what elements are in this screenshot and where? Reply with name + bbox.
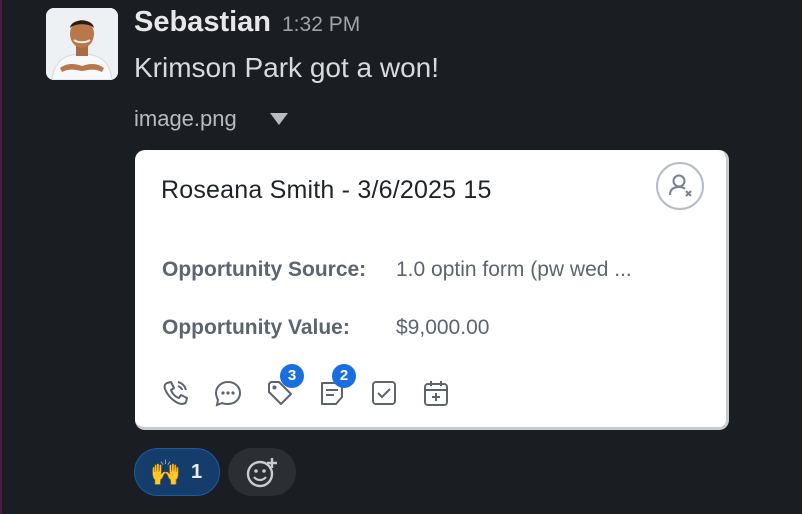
opportunity-source-label: Opportunity Source: [162, 258, 367, 281]
chat-icon[interactable] [213, 378, 243, 408]
sender-name[interactable]: Sebastian [134, 6, 271, 39]
add-reaction-icon [246, 458, 277, 488]
message-text: Krimson Park got a won! [134, 52, 440, 83]
opportunity-value-value: $9,000.00 [396, 316, 490, 339]
chat-message: Sebastian 1:32 PM Krimson Park got a won… [0, 0, 802, 514]
caret-down-icon[interactable] [268, 110, 290, 128]
calendar-add-icon[interactable] [421, 378, 451, 408]
card-title: Roseana Smith - 3/6/2025 15 [161, 176, 492, 204]
add-reaction-button[interactable] [228, 448, 296, 496]
card-action-icons: 3 2 [161, 364, 461, 412]
tag-count-badge: 3 [280, 364, 304, 388]
reaction-count: 1 [191, 461, 203, 483]
unassign-user-icon[interactable] [656, 162, 704, 210]
task-checkbox-icon[interactable] [369, 378, 399, 408]
avatar[interactable] [46, 8, 118, 80]
opportunity-source-value: 1.0 optin form (pw wed ... [396, 258, 632, 281]
raised-hands-emoji: 🙌 [150, 459, 182, 487]
reaction-raised-hands[interactable]: 🙌 1 [134, 448, 220, 496]
attachment-filename[interactable]: image.png [134, 106, 237, 132]
opportunity-card-image[interactable]: Roseana Smith - 3/6/2025 15 Opportunity … [135, 150, 729, 430]
message-timestamp[interactable]: 1:32 PM [282, 13, 360, 37]
note-count-badge: 2 [332, 364, 356, 388]
phone-icon[interactable] [161, 378, 191, 408]
opportunity-value-label: Opportunity Value: [162, 316, 350, 339]
